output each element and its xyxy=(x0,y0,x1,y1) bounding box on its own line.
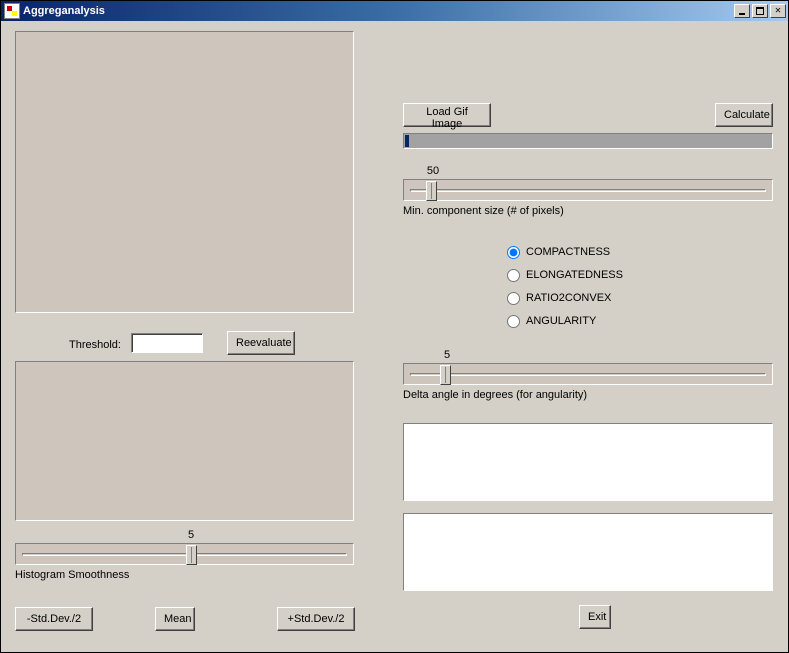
output-panel-1 xyxy=(403,423,773,501)
radio-compactness-input[interactable] xyxy=(507,246,520,259)
reevaluate-button[interactable]: Reevaluate xyxy=(227,331,295,355)
progress-bar xyxy=(403,133,773,149)
radio-compactness[interactable]: COMPACTNESS xyxy=(507,242,623,262)
plus-stddev-button[interactable]: +Std.Dev./2 xyxy=(277,607,355,631)
radio-elongatedness-input[interactable] xyxy=(507,269,520,282)
client-area: Threshold: Reevaluate 5 Histogram Smooth… xyxy=(1,21,788,652)
mean-button[interactable]: Mean xyxy=(155,607,195,631)
radio-label: ANGULARITY xyxy=(526,315,596,327)
exit-button[interactable]: Exit xyxy=(579,605,611,629)
load-gif-button[interactable]: Load Gif Image xyxy=(403,103,491,127)
delta-caption: Delta angle in degrees (for angularity) xyxy=(403,389,587,401)
hist-slider-value: 5 xyxy=(188,529,194,541)
bottom-image-panel xyxy=(15,361,354,521)
mincomp-slider[interactable] xyxy=(403,179,773,201)
hist-smoothness-slider[interactable] xyxy=(15,543,354,565)
minus-stddev-button[interactable]: -Std.Dev./2 xyxy=(15,607,93,631)
minimize-icon xyxy=(739,13,745,15)
radio-angularity[interactable]: ANGULARITY xyxy=(507,311,623,331)
slider-thumb[interactable] xyxy=(440,365,451,385)
radio-ratio2convex[interactable]: RATIO2CONVEX xyxy=(507,288,623,308)
app-icon xyxy=(4,3,20,19)
delta-slider-value: 5 xyxy=(444,349,450,361)
window-title: Aggreganalysis xyxy=(23,5,734,17)
app-window: Aggreganalysis ✕ Threshold: Reevaluate 5… xyxy=(0,0,789,653)
delta-angle-slider[interactable] xyxy=(403,363,773,385)
radio-label: ELONGATEDNESS xyxy=(526,269,623,281)
progress-fill xyxy=(405,135,409,147)
mincomp-slider-value: 50 xyxy=(427,165,439,177)
mincomp-caption: Min. component size (# of pixels) xyxy=(403,205,564,217)
threshold-input[interactable] xyxy=(131,333,203,353)
top-image-panel xyxy=(15,31,354,313)
radio-label: RATIO2CONVEX xyxy=(526,292,611,304)
threshold-label: Threshold: xyxy=(69,339,121,351)
radio-ratio2convex-input[interactable] xyxy=(507,292,520,305)
close-button[interactable]: ✕ xyxy=(770,4,786,18)
hist-caption: Histogram Smoothness xyxy=(15,569,129,581)
minimize-button[interactable] xyxy=(734,4,750,18)
titlebar: Aggreganalysis ✕ xyxy=(1,1,788,21)
metric-radio-group: COMPACTNESS ELONGATEDNESS RATIO2CONVEX A… xyxy=(507,239,623,334)
slider-thumb[interactable] xyxy=(426,181,437,201)
slider-thumb[interactable] xyxy=(186,545,197,565)
radio-elongatedness[interactable]: ELONGATEDNESS xyxy=(507,265,623,285)
radio-label: COMPACTNESS xyxy=(526,246,610,258)
output-panel-2 xyxy=(403,513,773,591)
maximize-icon xyxy=(756,7,764,15)
calculate-button[interactable]: Calculate xyxy=(715,103,773,127)
close-icon: ✕ xyxy=(775,6,781,16)
radio-angularity-input[interactable] xyxy=(507,315,520,328)
maximize-button[interactable] xyxy=(752,4,768,18)
